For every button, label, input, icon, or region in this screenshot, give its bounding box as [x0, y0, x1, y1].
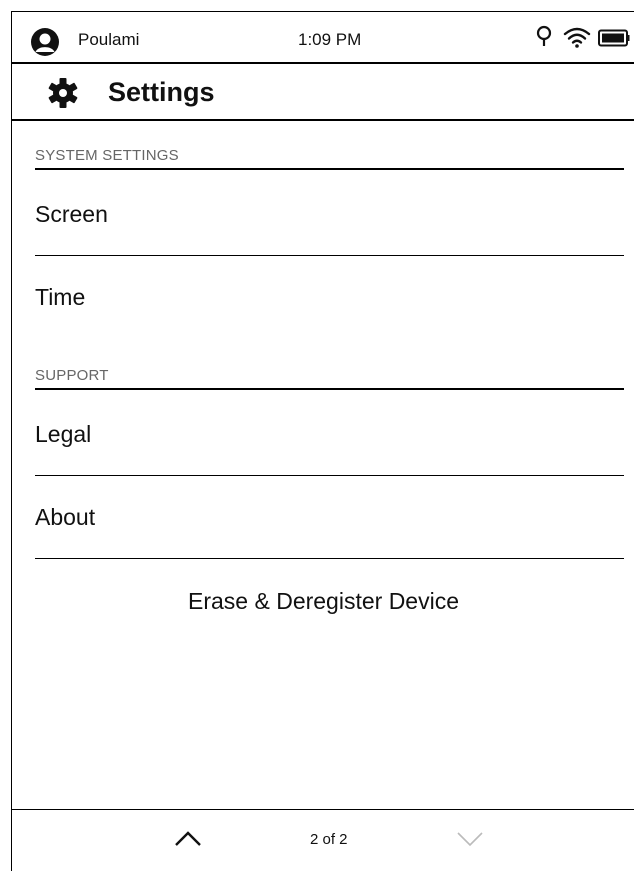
section-header-support: SUPPORT — [35, 365, 624, 390]
settings-item-about[interactable]: About — [35, 476, 624, 559]
light-bulb-icon[interactable] — [535, 25, 553, 49]
status-bar: Poulami 1:09 PM — [12, 12, 634, 64]
avatar-icon[interactable] — [30, 27, 60, 57]
clock: 1:09 PM — [298, 30, 362, 49]
erase-deregister-button[interactable]: Erase & Deregister Device — [12, 588, 634, 615]
settings-item-screen[interactable]: Screen — [35, 173, 624, 256]
device-screen: Poulami 1:09 PM Settings SYSTEM SETTINGS… — [11, 11, 634, 871]
battery-icon — [598, 29, 630, 47]
section-header-system-settings: SYSTEM SETTINGS — [35, 145, 624, 170]
wifi-icon[interactable] — [563, 26, 591, 48]
settings-header: Settings — [12, 64, 634, 121]
page-title: Settings — [108, 77, 215, 107]
settings-item-legal[interactable]: Legal — [35, 393, 624, 476]
page-indicator: 2 of 2 — [310, 831, 348, 848]
user-name[interactable]: Poulami — [78, 30, 139, 50]
chevron-up-icon[interactable] — [173, 830, 203, 848]
pagination-footer: 2 of 2 — [12, 809, 634, 871]
gear-icon — [48, 78, 78, 108]
settings-item-time[interactable]: Time — [35, 256, 624, 339]
chevron-down-icon — [457, 832, 483, 847]
